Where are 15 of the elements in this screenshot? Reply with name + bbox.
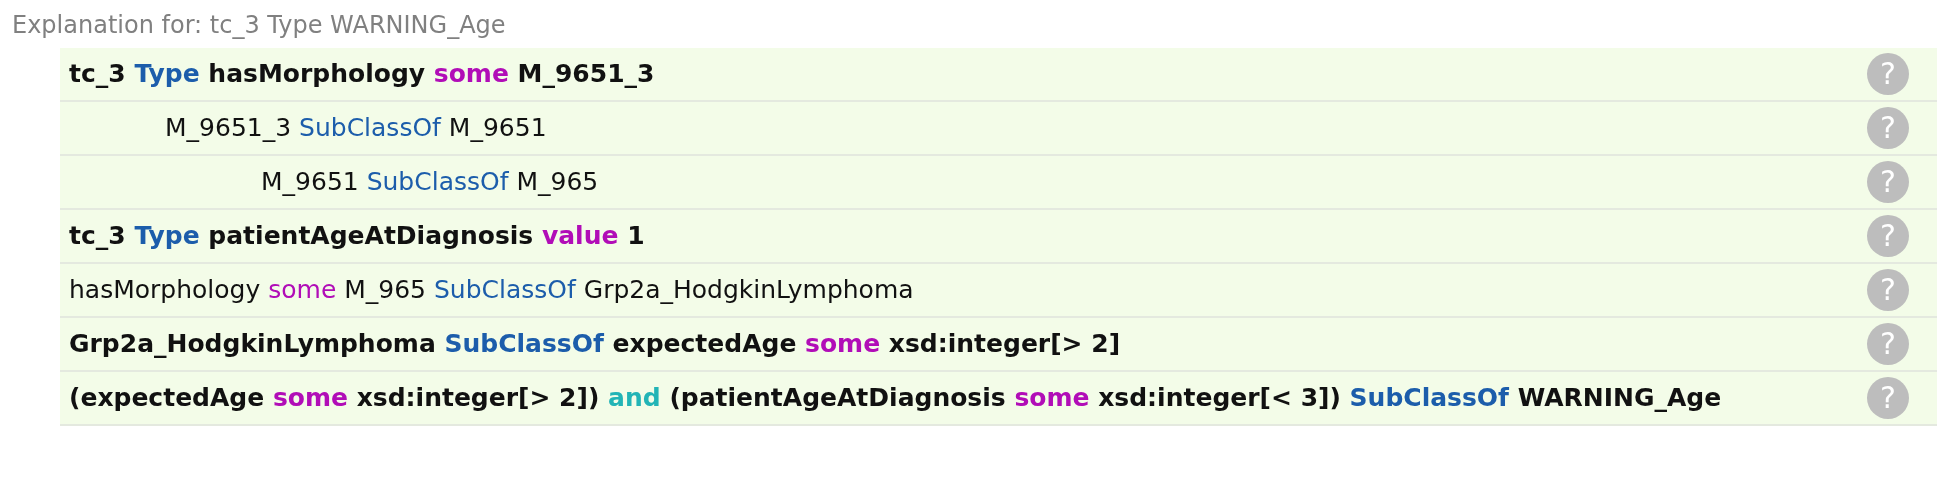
- axiom-text: hasMorphology some M_965 SubClassOf Grp2a_HodgkinLymphoma: [69, 274, 914, 306]
- help-button[interactable]: ?: [1867, 161, 1909, 203]
- help-button[interactable]: ?: [1867, 53, 1909, 95]
- axiom-text: Grp2a_HodgkinLymphoma SubClassOf expectedAge some xsd:integer[> 2]: [69, 328, 1121, 360]
- explanation-title: Explanation for: tc_3 Type WARNING_Age: [11, 10, 507, 41]
- help-button[interactable]: ?: [1867, 269, 1909, 311]
- help-button[interactable]: ?: [1867, 377, 1909, 419]
- axiom-text: tc_3 Type patientAgeAtDiagnosis value 1: [69, 220, 645, 252]
- help-button[interactable]: ?: [1867, 215, 1909, 257]
- help-button[interactable]: ?: [1867, 107, 1909, 149]
- axiom-text: M_9651 SubClassOf M_965: [261, 166, 599, 198]
- axiom-text: tc_3 Type hasMorphology some M_9651_3: [69, 58, 655, 90]
- axiom-text: M_9651_3 SubClassOf M_9651: [165, 112, 547, 144]
- help-button[interactable]: ?: [1867, 323, 1909, 365]
- axiom-text: (expectedAge some xsd:integer[> 2]) and (patientAgeAtDiagnosis some xsd:integer[< 3]) SubClassOf WARNING_Age: [69, 382, 1722, 414]
